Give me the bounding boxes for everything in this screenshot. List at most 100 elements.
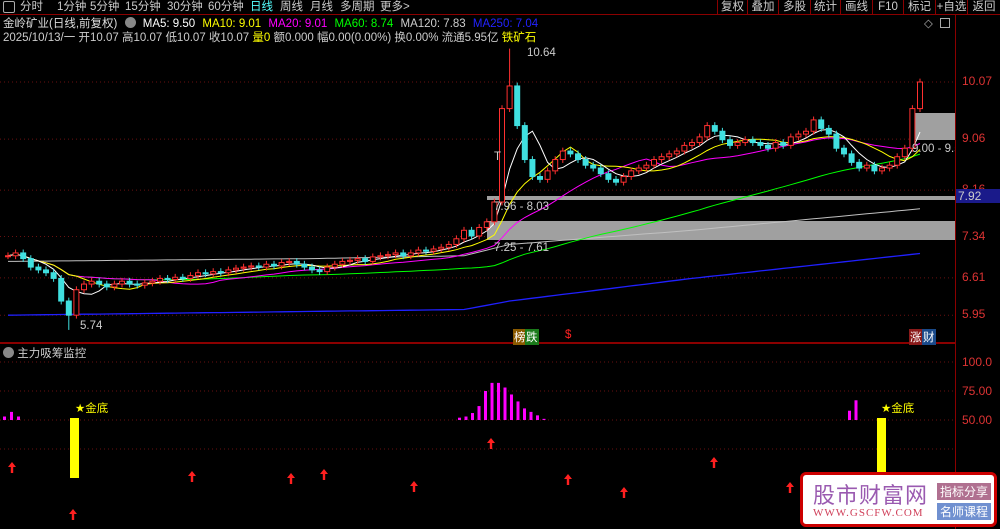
candle-body xyxy=(476,226,483,237)
zone-label-1: 7.96 - 8.03 xyxy=(494,201,549,213)
candle-body xyxy=(856,161,863,169)
candle-body xyxy=(742,139,749,144)
candle-body xyxy=(362,258,369,262)
watermark-logo: 股市财富网 WWW.GSCFW.COM 指标分享 名师课程 xyxy=(800,472,997,527)
candle-body xyxy=(301,263,308,268)
indicator-bar xyxy=(471,413,474,420)
candle-body xyxy=(339,260,346,265)
candle-body xyxy=(27,258,34,268)
candle-body xyxy=(217,271,224,274)
candle-body xyxy=(126,280,133,285)
up-arrow-icon xyxy=(8,462,16,473)
indicator-name: 主力吸筹监控 xyxy=(17,348,87,360)
ind-axis-75: 75.00 xyxy=(962,384,993,398)
candle-body xyxy=(430,248,437,252)
indicator-bar xyxy=(464,416,468,420)
candle-body xyxy=(248,265,255,268)
candle-body xyxy=(765,144,771,149)
indicator-bar xyxy=(848,410,851,420)
candle-body xyxy=(673,150,680,155)
tag-indicator-share: 指标分享 xyxy=(937,483,992,500)
candle-body xyxy=(582,159,589,166)
candle-body xyxy=(141,282,148,286)
indicator-bar xyxy=(523,408,526,420)
candle-body xyxy=(544,170,551,180)
indicator-bar xyxy=(542,418,546,420)
candle-body xyxy=(233,267,239,271)
candle-body xyxy=(689,142,695,146)
candle-body xyxy=(377,255,384,258)
candle-body xyxy=(590,164,597,169)
candle-body xyxy=(423,249,429,252)
up-arrow-icon xyxy=(786,482,794,493)
candle-body xyxy=(293,260,300,265)
candle-body xyxy=(780,142,787,146)
price-zone xyxy=(487,221,955,240)
up-arrow-icon xyxy=(188,471,196,482)
candle-body xyxy=(818,119,825,129)
up-arrow-icon xyxy=(620,487,628,498)
candle-body xyxy=(453,238,460,245)
candle-body xyxy=(681,144,688,152)
candle-body xyxy=(772,142,779,149)
candle-body xyxy=(149,280,156,284)
tag-teacher-course: 名师课程 xyxy=(937,503,992,520)
indicator-title[interactable]: 主力吸筹监控 xyxy=(3,345,86,361)
indicator-bar xyxy=(458,417,461,420)
candle-body xyxy=(347,259,353,262)
zone-label-2: 7.25 - 7.61 xyxy=(494,242,549,254)
collapse-icon[interactable] xyxy=(3,347,14,358)
candle-body xyxy=(202,272,209,275)
candle-body xyxy=(5,255,11,258)
candle-body xyxy=(917,81,923,110)
die-marker[interactable]: 跌 xyxy=(525,329,539,345)
candle-body xyxy=(605,173,612,180)
indicator-bar xyxy=(536,415,539,420)
indicator-bar xyxy=(477,406,481,420)
up-arrow-icon xyxy=(710,457,718,468)
candle-body xyxy=(415,249,422,254)
price-axis-label: 5.95 xyxy=(962,307,986,322)
toolbar-button[interactable]: 返回 xyxy=(967,0,1000,15)
candle-body xyxy=(210,271,217,275)
ind-axis-100: 100.0 xyxy=(962,355,993,369)
ma60-line xyxy=(7,153,921,281)
candle-body xyxy=(164,277,171,281)
candle-body xyxy=(620,176,627,183)
candle-body xyxy=(392,252,399,256)
candle-body xyxy=(271,263,277,267)
dollar-marker[interactable]: $ xyxy=(565,329,571,341)
candle-body xyxy=(825,127,832,135)
candle-body xyxy=(711,125,718,132)
candle-body xyxy=(727,139,733,146)
candle-body xyxy=(833,133,840,149)
zhang-marker[interactable]: 涨 xyxy=(909,329,923,345)
candle-body xyxy=(309,266,315,271)
ma5-line xyxy=(7,128,921,295)
kline-chart[interactable] xyxy=(0,0,955,529)
candle-body xyxy=(73,289,80,316)
golden-bottom-bar xyxy=(877,418,886,478)
candle-body xyxy=(385,254,391,257)
candle-body xyxy=(529,159,536,178)
candle-body xyxy=(179,276,186,279)
candle-body xyxy=(666,153,673,158)
candle-body xyxy=(658,156,665,161)
candle-body xyxy=(43,269,49,274)
candle-body xyxy=(704,125,711,138)
candle-body xyxy=(263,263,270,268)
zone-label-3: 9.00 - 9.5 xyxy=(912,143,955,155)
candle-body xyxy=(871,164,878,172)
candle-body xyxy=(354,258,361,261)
candle-body xyxy=(58,277,65,302)
candle-body xyxy=(613,178,619,183)
golden-bottom-label: ★金底 xyxy=(881,403,915,415)
candle-body xyxy=(103,283,110,288)
cai-marker[interactable]: 财 xyxy=(922,329,936,345)
indicator-bar xyxy=(854,400,858,420)
price-axis-label: 10.07 xyxy=(962,74,993,88)
indicator-bar xyxy=(484,391,487,420)
candle-body xyxy=(88,280,95,285)
golden-bottom-bar xyxy=(70,418,79,478)
candle-body xyxy=(438,246,445,250)
